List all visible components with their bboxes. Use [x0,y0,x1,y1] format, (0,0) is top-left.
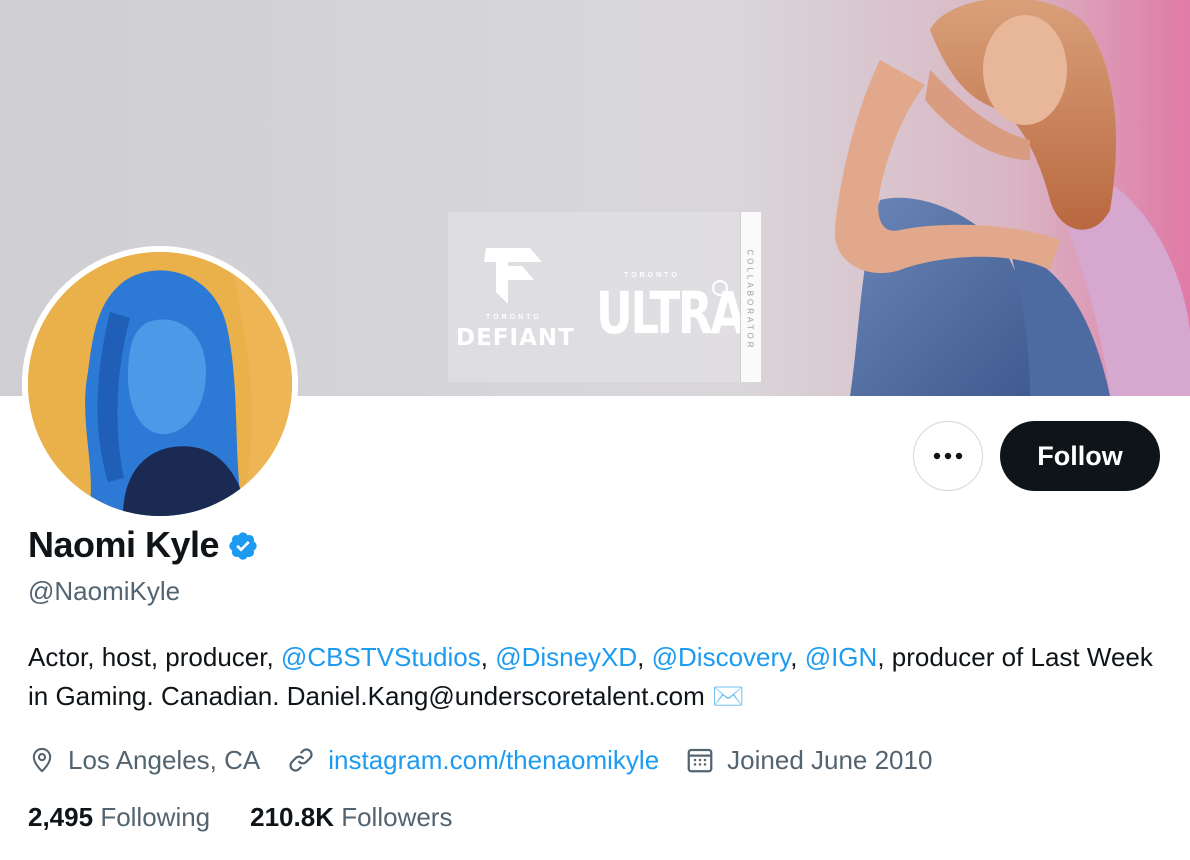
bio-separator: , [480,642,496,672]
name-row: Naomi Kyle [28,524,259,566]
envelope-emoji-icon: ✉️ [712,681,745,711]
follow-button[interactable]: Follow [1000,421,1160,491]
mention-link[interactable]: @Discovery [652,642,791,672]
location-text: Los Angeles, CA [68,744,261,775]
following-count: 2,495 [28,802,94,832]
defiant-wordmark: DEFIANT [456,325,575,351]
defiant-toronto-label: TORONTO [486,314,542,321]
more-dots-icon [933,452,963,460]
following-stat[interactable]: 2,495 Following [28,802,210,833]
join-date: Joined June 2010 [685,745,932,776]
profile-meta: Los Angeles, CA instagram.com/thenaomiky… [28,740,958,780]
profile-name: Naomi Kyle [28,524,220,565]
bio-separator: , [790,642,805,672]
ultra-badge-icon [712,280,728,296]
location-pin-icon [32,747,52,773]
profile-bio: Actor, host, producer, @CBSTVStudios, @D… [28,638,1168,716]
follow-stats: 2,495 Following 210.8K Followers [28,802,492,833]
mention-link[interactable]: @IGN [805,642,878,672]
followers-stat[interactable]: 210.8K Followers [250,802,452,833]
ultra-toronto-label: TORONTO [624,272,680,279]
website-link[interactable]: instagram.com/thenaomikyle [328,745,659,776]
website[interactable]: instagram.com/thenaomikyle [286,745,659,776]
bio-separator: , [637,642,652,672]
followers-label: Followers [341,802,453,832]
link-icon [289,748,313,772]
verified-badge-icon[interactable] [227,530,259,562]
profile-handle: @NaomiKyle [28,576,181,606]
following-label: Following [100,802,211,832]
mention-link[interactable]: @CBSTVStudios [281,642,481,672]
followers-count: 210.8K [250,802,334,832]
calendar-icon [687,748,713,773]
more-options-button[interactable] [913,421,983,491]
join-date-text: Joined June 2010 [727,744,933,775]
bio-text: Actor, host, producer, [28,642,281,672]
avatar-photo [28,252,292,516]
avatar[interactable] [22,246,298,522]
location: Los Angeles, CA [28,745,260,776]
collaborator-label: COLLABORATOR [745,249,755,351]
mention-link[interactable]: @DisneyXD [495,642,637,672]
defiant-logo-icon [484,248,542,304]
